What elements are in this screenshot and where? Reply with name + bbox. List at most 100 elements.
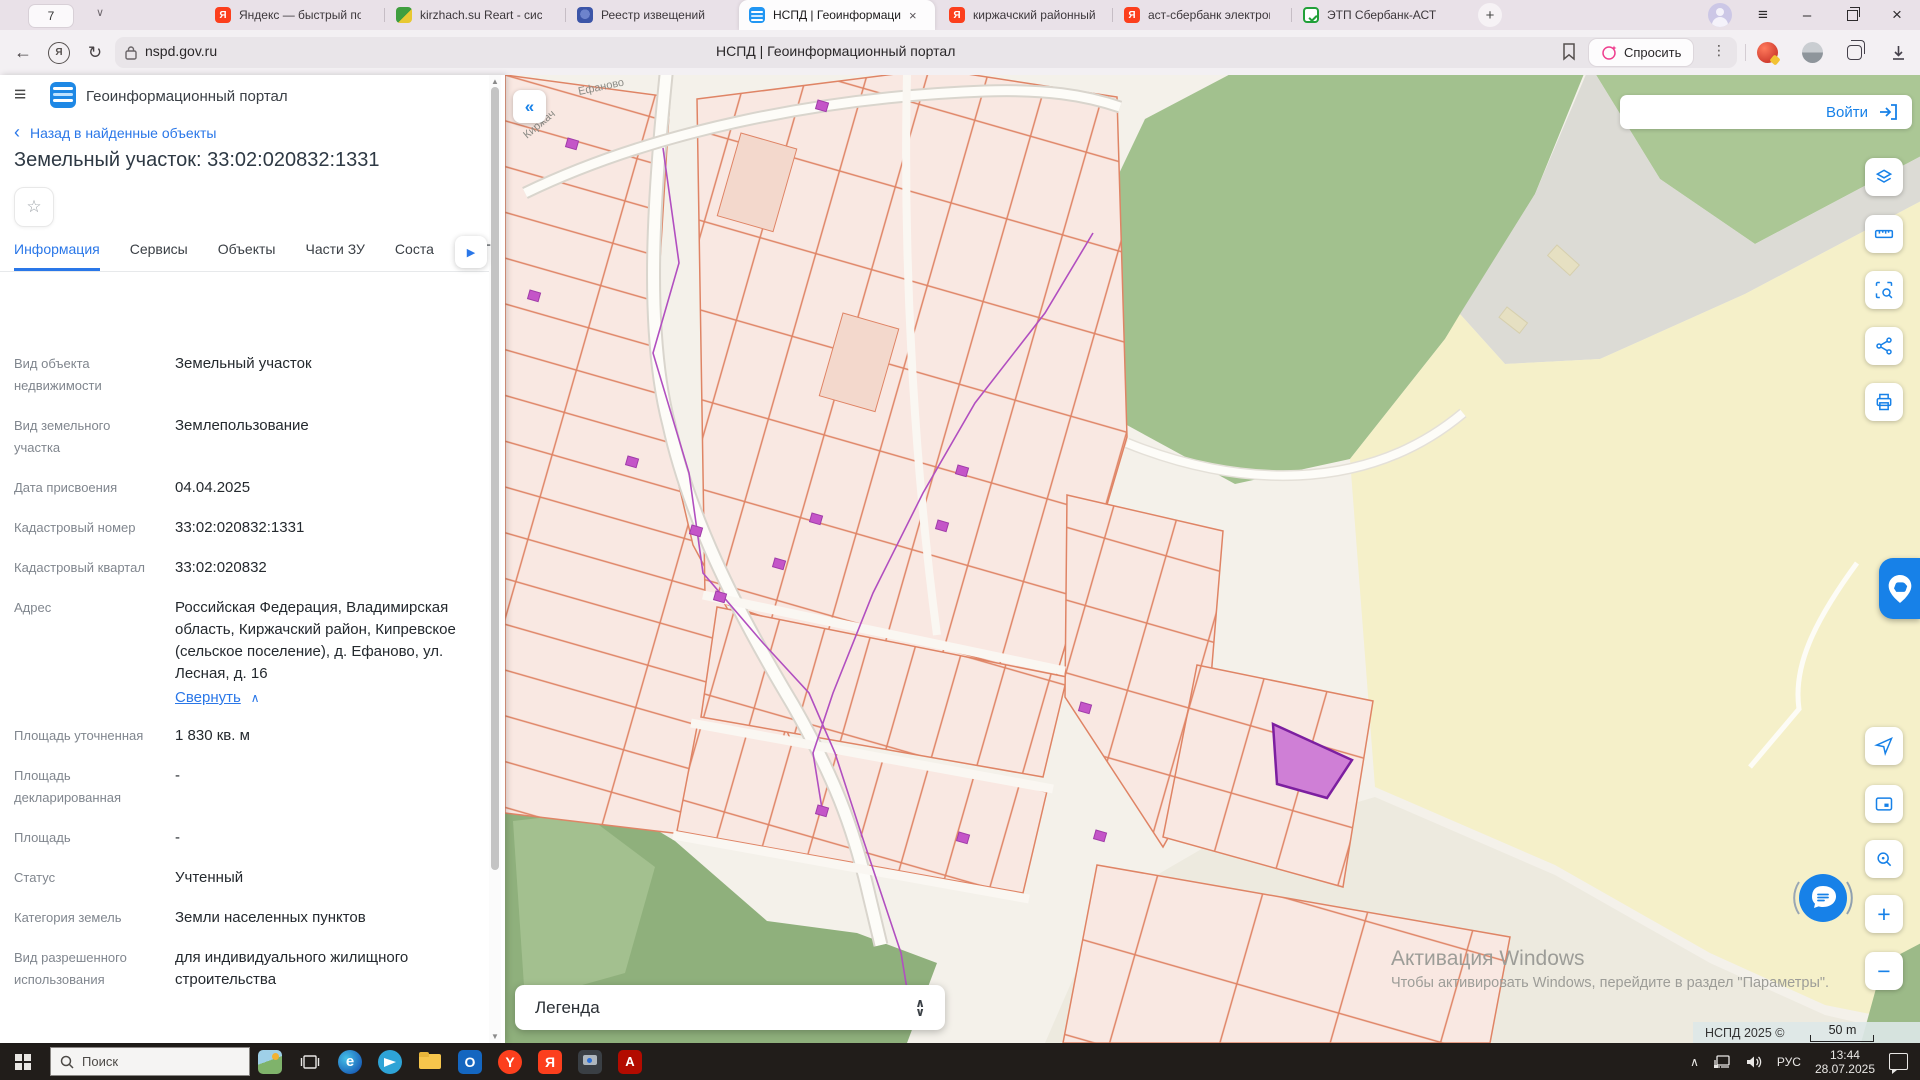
field-row-address: Адрес Российская Федерация, Владимирская…	[14, 597, 476, 707]
nspd-favicon	[749, 7, 765, 23]
field-row: Кадастровый номер33:02:020832:1331	[14, 517, 476, 539]
tab-counter[interactable]: 7	[28, 4, 74, 28]
loupe-target-icon	[1874, 849, 1894, 869]
tab-divider	[565, 8, 566, 22]
address-bar[interactable]: nspd.gov.ru НСПД | Геоинформационный пор…	[115, 37, 1737, 68]
yandex-app-icon[interactable]: Я	[530, 1043, 570, 1080]
attributes-list: Вид объекта недвижимостиЗемельный участо…	[14, 353, 476, 1009]
field-label: Вид разрешенного использования	[14, 947, 154, 991]
tab-parcel-parts[interactable]: Части ЗУ	[305, 233, 364, 271]
zoom-out-button[interactable]: −	[1865, 952, 1903, 990]
legend-expand-icon[interactable]: ∧∨	[915, 999, 925, 1017]
browser-tab[interactable]: Я аст-сбербанк электронна	[1114, 0, 1290, 30]
login-icon	[1878, 103, 1898, 121]
bookmark-icon[interactable]	[1561, 42, 1577, 62]
my-location-button[interactable]	[1865, 727, 1903, 765]
taskbar-clock[interactable]: 13:44 28.07.2025	[1815, 1048, 1875, 1076]
browser-tab[interactable]: Я киржачский районный су	[939, 0, 1111, 30]
close-window-button[interactable]: ×	[1880, 0, 1914, 30]
close-tab-icon[interactable]: ×	[909, 8, 917, 23]
acrobat-icon[interactable]: A	[610, 1043, 650, 1080]
outlook-icon[interactable]: O	[450, 1043, 490, 1080]
new-tab-button[interactable]: +	[1478, 3, 1502, 27]
yandex-search-icon[interactable]: Я	[44, 30, 74, 75]
browser-tab[interactable]: Я Яндекс — быстрый поиск	[205, 0, 383, 30]
address-more-icon[interactable]: ⋮	[1709, 42, 1729, 59]
ask-sparkle-icon	[1601, 44, 1618, 61]
screenshot-tool-icon[interactable]	[570, 1043, 610, 1080]
favorite-star-button[interactable]: ☆	[14, 187, 54, 227]
field-label: Площадь уточненная	[14, 725, 154, 747]
minimize-button[interactable]: –	[1790, 0, 1824, 30]
tab-objects[interactable]: Объекты	[218, 233, 276, 271]
tab-composition[interactable]: Соста	[395, 233, 434, 271]
tab-services[interactable]: Сервисы	[130, 233, 188, 271]
chat-assistant-button[interactable]	[1787, 862, 1859, 934]
print-button[interactable]	[1865, 383, 1903, 421]
browser-tab-active[interactable]: НСПД | Геоинформаци ×	[739, 0, 935, 30]
profile-avatar[interactable]	[1708, 3, 1732, 27]
refresh-button[interactable]: ↻	[82, 30, 108, 75]
field-value: -	[175, 827, 180, 849]
widgets-button[interactable]	[250, 1043, 290, 1080]
tab-title: ЭТП Сбербанк-АСТ	[1327, 8, 1436, 22]
area-search-button[interactable]	[1865, 271, 1903, 309]
browser-tab[interactable]: ЭТП Сбербанк-АСТ	[1293, 0, 1465, 30]
map-canvas[interactable]: Киржач Ефаново « Войти + −	[505, 75, 1920, 1043]
page-title: НСПД | Геоинформационный портал	[716, 43, 955, 59]
ask-alice-button[interactable]: Спросить	[1588, 38, 1694, 67]
alice-extension-icon[interactable]	[1757, 42, 1778, 63]
layers-button[interactable]	[1865, 158, 1903, 196]
cadastral-map[interactable]: Киржач Ефаново	[505, 75, 1920, 1043]
downloads-icon[interactable]	[1884, 30, 1912, 75]
legend-bar[interactable]: Легенда ∧∨	[515, 985, 945, 1030]
tab-information[interactable]: Информация	[14, 233, 100, 271]
file-explorer-icon[interactable]	[410, 1043, 450, 1080]
field-label: Статус	[14, 867, 154, 889]
portal-menu-icon[interactable]: ≡	[14, 83, 26, 107]
taskbar-search[interactable]: Поиск	[50, 1047, 250, 1076]
zoom-to-object-button[interactable]	[1865, 840, 1903, 878]
scrollbar-thumb[interactable]	[491, 87, 499, 870]
edge-icon[interactable]: e	[330, 1043, 370, 1080]
back-button[interactable]: ←	[10, 30, 36, 75]
ruler-button[interactable]	[1865, 215, 1903, 253]
tab-title: Яндекс — быстрый поиск	[239, 8, 361, 22]
restore-icon	[1847, 10, 1858, 21]
task-view-button[interactable]	[290, 1043, 330, 1080]
tab-title: аст-сбербанк электронна	[1148, 8, 1270, 22]
action-center-icon[interactable]	[1889, 1053, 1908, 1070]
language-indicator[interactable]: РУС	[1777, 1055, 1801, 1069]
browser-tab[interactable]: Реестр извещений	[567, 0, 737, 30]
start-button[interactable]	[0, 1043, 46, 1080]
volume-icon[interactable]	[1745, 1054, 1763, 1070]
share-button[interactable]	[1865, 327, 1903, 365]
share-icon	[1874, 336, 1894, 356]
scroll-down-icon[interactable]: ▼	[489, 1032, 501, 1041]
tab-list-dropdown-icon[interactable]: ∨	[96, 6, 104, 19]
hidden-icons-chevron[interactable]: ∧	[1690, 1055, 1699, 1069]
login-button[interactable]: Войти	[1620, 95, 1912, 129]
scroll-up-icon[interactable]: ▲	[489, 77, 501, 86]
minimap-button[interactable]	[1865, 785, 1903, 823]
shield-extension-icon[interactable]	[1802, 42, 1823, 63]
yandex-browser-icon[interactable]: Y	[490, 1043, 530, 1080]
nspd-assistant-tab[interactable]	[1879, 558, 1920, 619]
field-row: Кадастровый квартал33:02:020832	[14, 557, 476, 579]
search-placeholder: Поиск	[82, 1054, 118, 1069]
network-icon[interactable]	[1713, 1054, 1731, 1070]
back-to-results-link[interactable]: ‹ Назад в найденные объекты	[14, 122, 216, 143]
tabs-scroll-right-button[interactable]: ▶	[455, 236, 487, 268]
browser-menu-icon[interactable]: ≡	[1746, 0, 1780, 30]
collapse-address-link[interactable]: Свернуть∧	[175, 689, 260, 706]
telegram-icon[interactable]	[370, 1043, 410, 1080]
clock-date: 28.07.2025	[1815, 1062, 1875, 1076]
panel-scrollbar[interactable]: ▲ ▼	[489, 75, 501, 1043]
field-label: Адрес	[14, 597, 154, 707]
collapse-panel-button[interactable]: «	[513, 90, 546, 123]
zoom-in-button[interactable]: +	[1865, 895, 1903, 933]
chevron-right-icon: ▶	[467, 246, 475, 259]
restore-window-button[interactable]	[1835, 0, 1869, 30]
object-title: Земельный участок: 33:02:020832:1331	[14, 149, 380, 172]
browser-tab[interactable]: kirzhach.su Reart - систем	[386, 0, 564, 30]
